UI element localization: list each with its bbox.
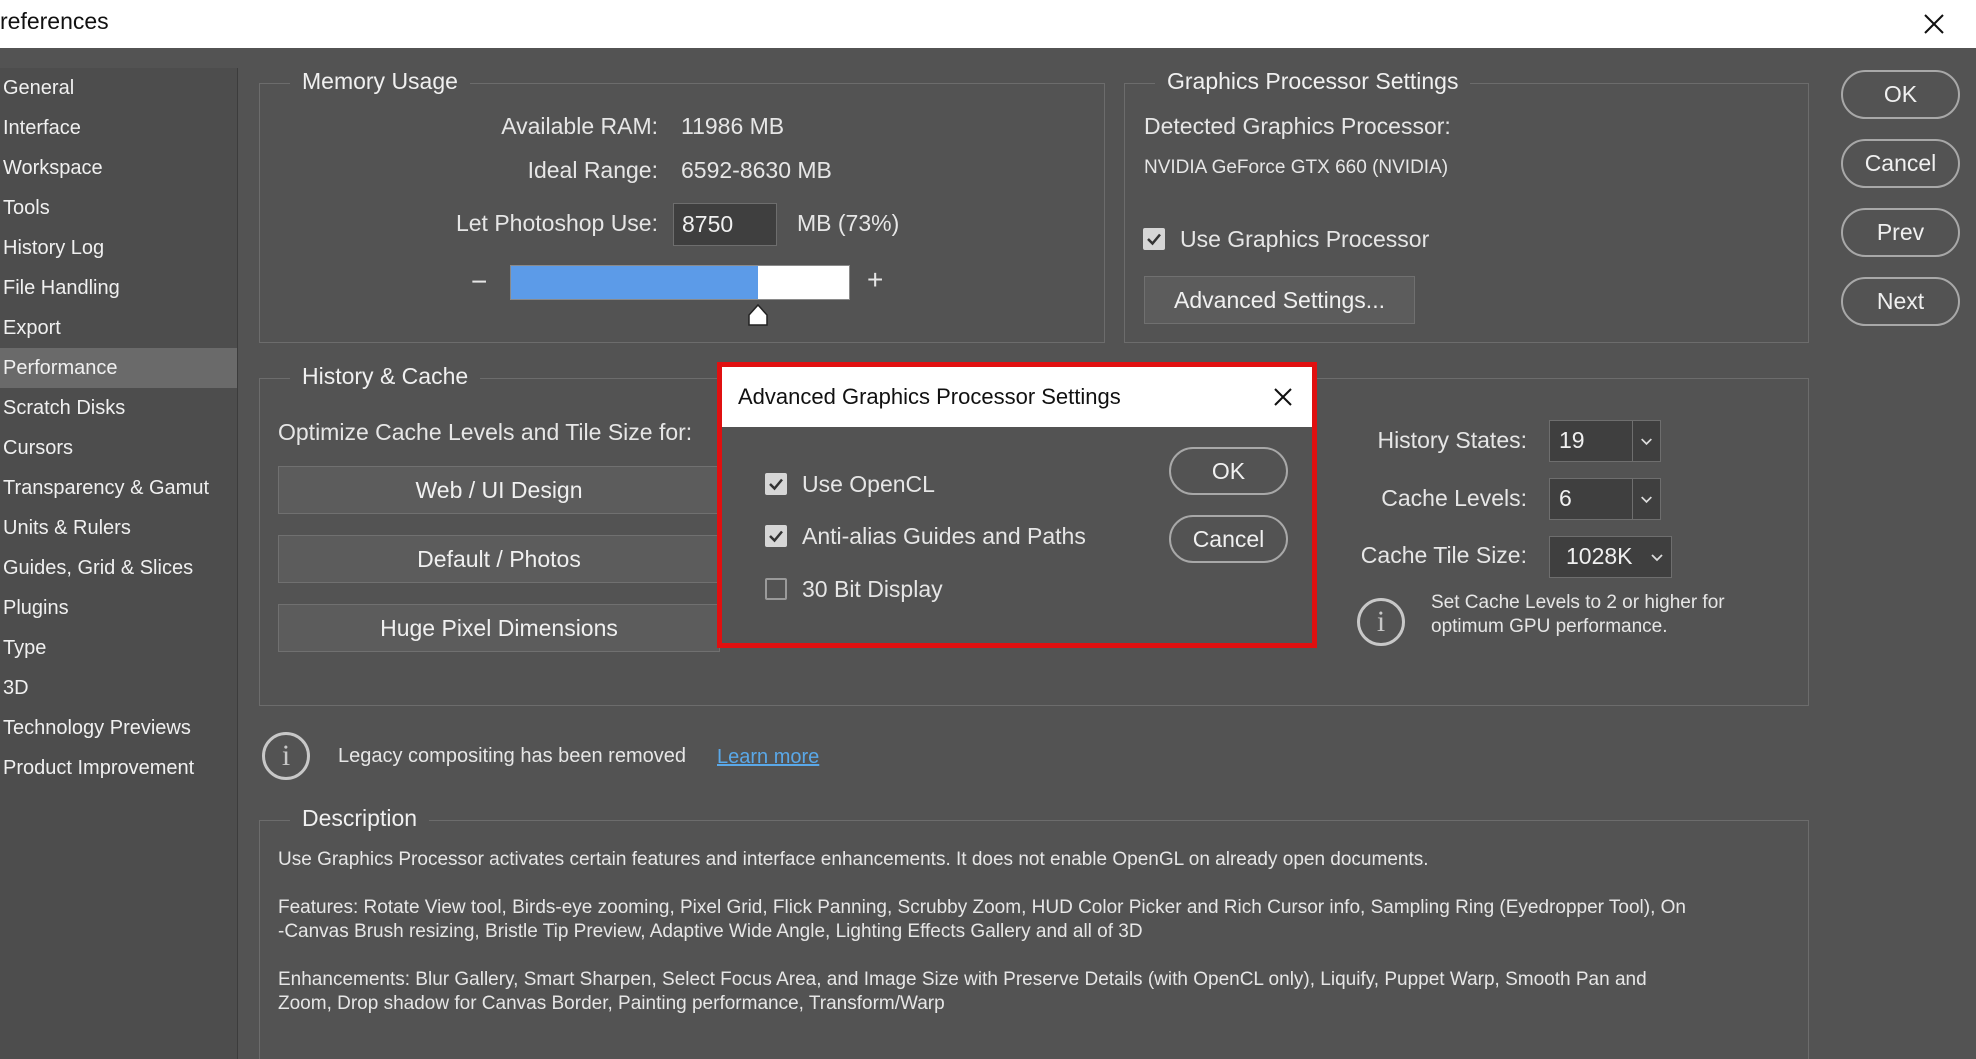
history-states-label: History States: — [1377, 427, 1527, 453]
chevron-down-icon — [1651, 554, 1663, 562]
sidebar-item-performance[interactable]: Performance — [0, 348, 237, 388]
dialog-title: Advanced Graphics Processor Settings — [738, 384, 1121, 409]
description-paragraph-3-line-1: Enhancements: Blur Gallery, Smart Sharpe… — [278, 969, 1647, 990]
sidebar-item-type[interactable]: Type — [0, 628, 237, 668]
cache-levels-value: 6 — [1559, 485, 1572, 511]
memory-percent-label: MB (73%) — [797, 210, 900, 236]
memory-usage-title: Memory Usage — [290, 68, 470, 95]
available-ram-label: Available RAM: — [501, 113, 658, 139]
checkmark-icon — [769, 530, 783, 543]
chevron-down-icon — [1632, 479, 1652, 519]
description-paragraph-2-line-1: Features: Rotate View tool, Birds-eye zo… — [278, 897, 1686, 918]
dialog-cancel-button[interactable]: Cancel — [1169, 515, 1288, 563]
let-photoshop-use-label: Let Photoshop Use: — [455, 210, 658, 236]
sidebar-item-scratch-disks[interactable]: Scratch Disks — [0, 388, 237, 428]
chevron-down-icon — [1632, 421, 1652, 461]
sidebar-item-units-rulers[interactable]: Units & Rulers — [0, 508, 237, 548]
optimize-cache-label: Optimize Cache Levels and Tile Size for: — [278, 419, 693, 445]
cache-tile-size-value: 1028K — [1566, 543, 1633, 569]
description-paragraph-1: Use Graphics Processor activates certain… — [278, 849, 1429, 870]
cache-levels-label: Cache Levels: — [1381, 485, 1527, 511]
prev-button[interactable]: Prev — [1841, 208, 1960, 257]
title-bar: references — [0, 0, 1976, 48]
legacy-compositing-text: Legacy compositing has been removed — [338, 745, 686, 767]
close-icon[interactable] — [1914, 4, 1954, 44]
cache-levels-select[interactable]: 6 — [1549, 478, 1661, 520]
sidebar-item-3d[interactable]: 3D — [0, 668, 237, 708]
info-icon: i — [1357, 598, 1405, 646]
history-states-select[interactable]: 19 — [1549, 420, 1661, 462]
detected-gpu-value: NVIDIA GeForce GTX 660 (NVIDIA) — [1144, 157, 1449, 178]
ok-button[interactable]: OK — [1841, 70, 1960, 119]
dialog-title-bar: Advanced Graphics Processor Settings — [722, 367, 1312, 427]
sidebar-item-general[interactable]: General — [0, 68, 237, 108]
sidebar-item-plugins[interactable]: Plugins — [0, 588, 237, 628]
sidebar-item-product-improvement[interactable]: Product Improvement — [0, 748, 237, 788]
anti-alias-label: Anti-alias Guides and Paths — [802, 523, 1086, 549]
cancel-button[interactable]: Cancel — [1841, 139, 1960, 188]
memory-amount-input[interactable]: 8750 — [673, 203, 777, 246]
cache-info-text-line1: Set Cache Levels to 2 or higher for — [1431, 592, 1725, 613]
preset-default-photos-button[interactable]: Default / Photos — [278, 535, 720, 583]
memory-decrease-button[interactable]: − — [471, 266, 487, 298]
sidebar-item-workspace[interactable]: Workspace — [0, 148, 237, 188]
use-opencl-checkbox[interactable] — [765, 473, 787, 495]
gpu-settings-title: Graphics Processor Settings — [1155, 68, 1471, 95]
advanced-gpu-settings-dialog: Advanced Graphics Processor Settings Use… — [717, 362, 1317, 648]
memory-slider-fill — [511, 266, 758, 299]
sidebar-item-interface[interactable]: Interface — [0, 108, 237, 148]
sidebar-item-technology-previews[interactable]: Technology Previews — [0, 708, 237, 748]
close-icon[interactable] — [1268, 382, 1298, 412]
next-button[interactable]: Next — [1841, 277, 1960, 326]
cache-tile-size-label: Cache Tile Size: — [1360, 542, 1527, 568]
info-icon: i — [262, 732, 310, 780]
preset-huge-pixel-button[interactable]: Huge Pixel Dimensions — [278, 604, 720, 652]
advanced-settings-button[interactable]: Advanced Settings... — [1144, 276, 1415, 324]
description-paragraph-2-line-2: -Canvas Brush resizing, Bristle Tip Prev… — [278, 921, 1143, 942]
available-ram-value: 11986 MB — [681, 113, 785, 139]
learn-more-link[interactable]: Learn more — [717, 746, 819, 769]
checkmark-icon — [769, 478, 783, 491]
sidebar-item-history-log[interactable]: History Log — [0, 228, 237, 268]
sidebar-item-tools[interactable]: Tools — [0, 188, 237, 228]
preferences-sidebar: General Interface Workspace Tools Histor… — [0, 68, 238, 1059]
cache-tile-size-select[interactable]: 1028K — [1549, 536, 1672, 578]
ideal-range-label: Ideal Range: — [527, 157, 658, 183]
sidebar-item-export[interactable]: Export — [0, 308, 237, 348]
sidebar-item-cursors[interactable]: Cursors — [0, 428, 237, 468]
anti-alias-checkbox[interactable] — [765, 525, 787, 547]
window-title: references — [0, 8, 109, 34]
memory-slider-thumb[interactable] — [747, 303, 769, 327]
checkmark-icon — [1147, 233, 1161, 246]
detected-gpu-label: Detected Graphics Processor: — [1144, 113, 1451, 139]
history-states-value: 19 — [1559, 427, 1585, 453]
cache-info-text-line2: optimum GPU performance. — [1431, 616, 1668, 637]
30-bit-display-checkbox[interactable] — [765, 578, 787, 600]
description-paragraph-3-line-2: Zoom, Drop shadow for Canvas Border, Pai… — [278, 993, 945, 1014]
30-bit-display-label: 30 Bit Display — [802, 576, 943, 602]
dialog-ok-button[interactable]: OK — [1169, 447, 1288, 495]
description-title: Description — [290, 805, 430, 832]
use-gpu-label: Use Graphics Processor — [1180, 226, 1430, 252]
preset-web-ui-design-button[interactable]: Web / UI Design — [278, 466, 720, 514]
memory-increase-button[interactable]: + — [867, 264, 883, 296]
history-cache-title: History & Cache — [290, 363, 481, 390]
sidebar-item-file-handling[interactable]: File Handling — [0, 268, 237, 308]
sidebar-item-guides-grid-slices[interactable]: Guides, Grid & Slices — [0, 548, 237, 588]
sidebar-item-transparency-gamut[interactable]: Transparency & Gamut — [0, 468, 237, 508]
use-opencl-label: Use OpenCL — [802, 471, 935, 497]
ideal-range-value: 6592-8630 MB — [681, 157, 832, 183]
use-gpu-checkbox[interactable] — [1143, 228, 1165, 250]
memory-slider-track[interactable] — [510, 265, 850, 300]
